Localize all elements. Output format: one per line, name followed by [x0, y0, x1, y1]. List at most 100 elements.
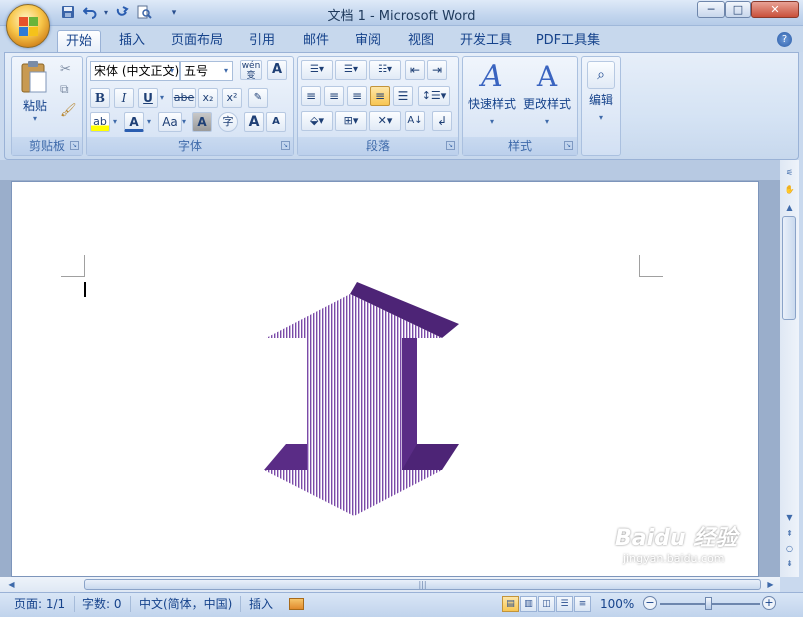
editing-dropdown-icon: ▾: [598, 113, 603, 122]
up-down-arrow-shape[interactable]: [262, 280, 462, 520]
tab-references[interactable]: 引用: [240, 30, 284, 52]
scroll-up-arrow[interactable]: ▲: [782, 200, 797, 215]
highlight-button[interactable]: ab: [90, 112, 110, 132]
justify-button[interactable]: ≡: [370, 86, 390, 106]
tab-pdf-tools[interactable]: PDF工具集: [530, 30, 606, 52]
paste-label: 粘贴: [22, 99, 47, 113]
copy-icon[interactable]: ⧉: [60, 82, 69, 97]
format-painter-icon[interactable]: 🖌: [60, 103, 77, 118]
watermark-brand: Baidu 经验: [615, 526, 738, 551]
paragraph-dialog-launcher[interactable]: ↘: [446, 141, 455, 150]
close-button[interactable]: ✕: [751, 1, 799, 18]
tab-page-layout[interactable]: 页面布局: [165, 30, 229, 52]
ruler-toggle-icon[interactable]: ⚟: [782, 165, 797, 180]
status-separator: [130, 596, 131, 612]
cut-icon[interactable]: ✂: [60, 62, 71, 77]
word-count[interactable]: 字数: 0: [82, 596, 122, 612]
bold-button[interactable]: B: [90, 88, 110, 108]
decrease-indent-button[interactable]: ⇤: [405, 60, 425, 80]
highlight-dropdown-icon[interactable]: ▾: [113, 117, 117, 126]
tab-view[interactable]: 视图: [399, 30, 443, 52]
font-color-dropdown-icon[interactable]: ▾: [147, 117, 151, 126]
change-styles-button[interactable]: A 更改样式 ▾: [520, 58, 574, 128]
bullets-button[interactable]: ☰▾: [301, 60, 333, 80]
distributed-button[interactable]: ☰: [393, 86, 413, 106]
office-logo-icon: [19, 17, 39, 37]
underline-dropdown-icon[interactable]: ▾: [160, 93, 164, 102]
office-button[interactable]: [6, 4, 50, 48]
phonetic-guide-button[interactable]: wén 变: [240, 60, 262, 81]
tab-home[interactable]: 开始: [57, 30, 101, 52]
align-left-button[interactable]: ≡: [301, 86, 321, 106]
font-size-dropdown-icon[interactable]: ▾: [224, 66, 228, 75]
redo-icon[interactable]: [114, 5, 130, 21]
web-layout-icon[interactable]: ◫: [538, 596, 555, 612]
clipboard-label-text: 剪贴板: [28, 139, 65, 153]
shrink-font-button[interactable]: A: [266, 112, 286, 132]
styles-dialog-launcher[interactable]: ↘: [564, 141, 573, 150]
show-marks-button[interactable]: ↲: [432, 111, 452, 131]
full-screen-reading-icon[interactable]: ▥: [520, 596, 537, 612]
scroll-left-arrow[interactable]: ◀: [4, 577, 19, 592]
tab-insert[interactable]: 插入: [110, 30, 154, 52]
quick-styles-button[interactable]: A 快速样式 ▾: [466, 58, 518, 128]
shading-button[interactable]: ⬙▾: [301, 111, 333, 131]
numbering-button[interactable]: ☰▾: [335, 60, 367, 80]
draft-view-icon[interactable]: ≡: [574, 596, 591, 612]
language-indicator[interactable]: 中文(简体，中国): [139, 596, 232, 612]
sort-button[interactable]: A↓: [405, 111, 425, 131]
baidu-watermark: Baidu 经验 jingyan.baidu.com: [605, 520, 795, 600]
borders-button[interactable]: ⊞▾: [335, 111, 367, 131]
italic-button[interactable]: I: [114, 88, 134, 108]
text-cursor: [84, 282, 86, 297]
scroll-hand-icon[interactable]: ✋: [782, 182, 797, 197]
increase-indent-button[interactable]: ⇥: [427, 60, 447, 80]
help-icon[interactable]: ?: [777, 32, 792, 47]
macro-record-icon[interactable]: [289, 598, 304, 610]
font-color-button[interactable]: A: [124, 112, 144, 132]
line-spacing-button[interactable]: ↕☰▾: [418, 86, 450, 106]
align-center-button[interactable]: ≡: [324, 86, 344, 106]
underline-button[interactable]: U: [138, 88, 158, 108]
superscript-button[interactable]: x²: [222, 88, 242, 108]
editing-button[interactable]: ⌕ 编辑 ▾: [583, 58, 619, 148]
character-shading-button[interactable]: A: [192, 112, 212, 132]
font-name-value: 宋体 (中文正文): [94, 64, 180, 78]
font-name-combo[interactable]: 宋体 (中文正文): [90, 61, 180, 81]
tab-mailings[interactable]: 邮件: [294, 30, 338, 52]
save-icon[interactable]: [60, 5, 76, 21]
undo-icon[interactable]: [82, 5, 98, 21]
insert-mode[interactable]: 插入: [249, 596, 273, 612]
font-name-dropdown-icon[interactable]: ▾: [170, 66, 174, 75]
customize-qat-icon[interactable]: ▾: [166, 5, 182, 21]
vertical-scroll-thumb[interactable]: [782, 216, 796, 320]
subscript-button[interactable]: x₂: [198, 88, 218, 108]
tab-developer[interactable]: 开发工具: [453, 30, 519, 52]
chinese-layout-button[interactable]: ✕▾: [369, 111, 401, 131]
tab-review[interactable]: 审阅: [346, 30, 390, 52]
enclose-characters-button[interactable]: 字: [218, 112, 238, 132]
align-right-button[interactable]: ≡: [347, 86, 367, 106]
clipboard-dialog-launcher[interactable]: ↘: [70, 141, 79, 150]
paste-button[interactable]: 粘贴 ▾: [18, 60, 52, 124]
print-preview-icon[interactable]: [136, 5, 152, 21]
font-size-value: 五号: [184, 64, 209, 78]
maximize-button[interactable]: □: [725, 1, 751, 18]
print-layout-view-icon[interactable]: ▤: [502, 596, 519, 612]
quick-styles-icon: A: [481, 59, 503, 94]
font-dialog-launcher[interactable]: ↘: [281, 141, 290, 150]
change-case-button[interactable]: Aa: [158, 112, 182, 132]
minimize-button[interactable]: ─: [697, 1, 725, 18]
text-effect-button[interactable]: ✎: [248, 88, 268, 108]
page-count[interactable]: 页面: 1/1: [14, 596, 65, 612]
margin-corner-top-left: [61, 255, 85, 277]
binoculars-icon: ⌕: [587, 61, 615, 89]
undo-dropdown-icon[interactable]: ▾: [98, 5, 114, 21]
font-label-text: 字体: [177, 139, 202, 153]
outline-view-icon[interactable]: ☰: [556, 596, 573, 612]
grow-font-button[interactable]: A: [244, 112, 264, 132]
multilevel-list-button[interactable]: ☷▾: [369, 60, 401, 80]
strikethrough-button[interactable]: abe: [172, 88, 196, 108]
change-case-dropdown-icon[interactable]: ▾: [182, 117, 186, 126]
clear-format-button[interactable]: A: [267, 60, 287, 80]
